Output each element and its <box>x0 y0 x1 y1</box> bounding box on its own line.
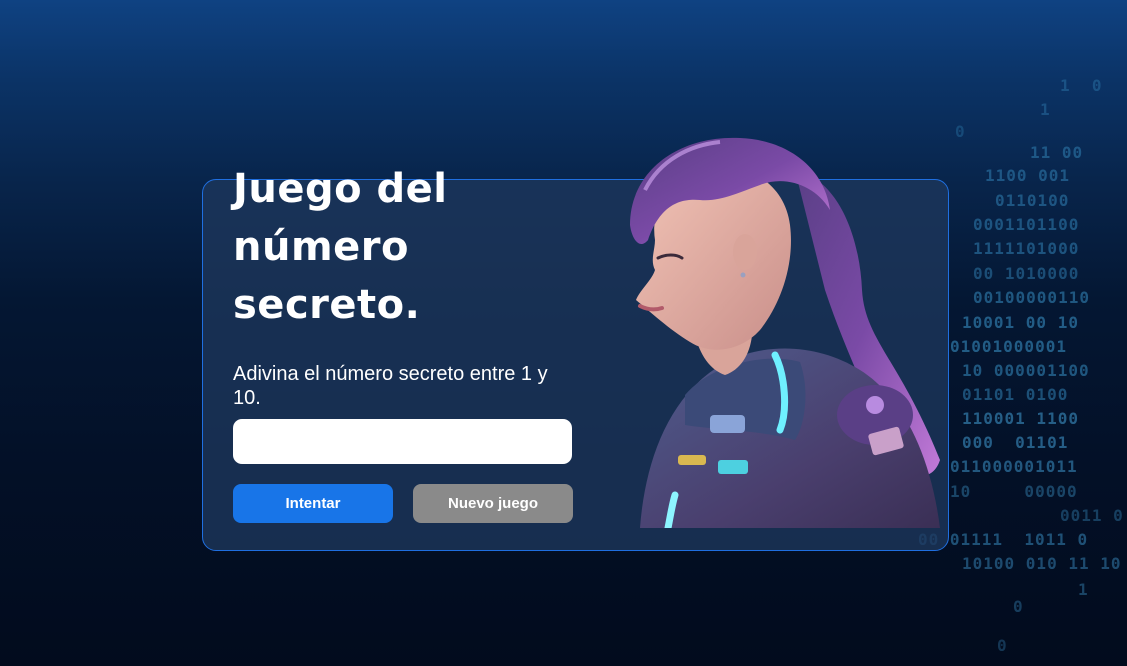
binary-text: 1100 001 <box>985 166 1071 185</box>
binary-text: 00 1010000 <box>973 264 1080 283</box>
game-instructions: Adivina el número secreto entre 1 y 10. <box>233 363 548 409</box>
binary-text: 10 00000 <box>950 482 1078 501</box>
binary-text: 0011 0 <box>1060 506 1124 525</box>
binary-text: 0 <box>1013 597 1024 616</box>
binary-text: 01101 0100 <box>962 385 1069 404</box>
binary-text: 1 <box>1040 100 1051 119</box>
binary-text: 10 000001100 <box>962 361 1090 380</box>
binary-text: 0001101100 <box>973 215 1080 234</box>
binary-text: 011000001011 <box>950 457 1078 476</box>
binary-text: 1111101000 <box>973 239 1080 258</box>
new-game-button[interactable]: Nuevo juego <box>413 484 573 523</box>
binary-text: 110001 1100 <box>962 409 1079 428</box>
binary-text: 1 0 <box>1060 76 1103 95</box>
binary-text: 10100 010 11 10 <box>962 554 1122 573</box>
binary-text: 0 <box>955 122 966 141</box>
binary-text: 10001 00 10 <box>962 313 1079 332</box>
page-title: Juego del número secreto. <box>233 166 448 328</box>
guess-input[interactable] <box>233 419 572 464</box>
binary-text: 000 01101 <box>962 433 1069 452</box>
binary-text: 01001000001 <box>950 337 1067 356</box>
binary-text: 11 00 <box>1030 143 1084 162</box>
binary-text: 0 <box>997 636 1008 655</box>
astronaut-girl-illustration <box>630 137 940 528</box>
binary-text: 0110100 <box>995 191 1070 210</box>
binary-text: 00100000110 <box>973 288 1090 307</box>
binary-text: 1 <box>1078 580 1089 599</box>
try-button[interactable]: Intentar <box>233 484 393 523</box>
